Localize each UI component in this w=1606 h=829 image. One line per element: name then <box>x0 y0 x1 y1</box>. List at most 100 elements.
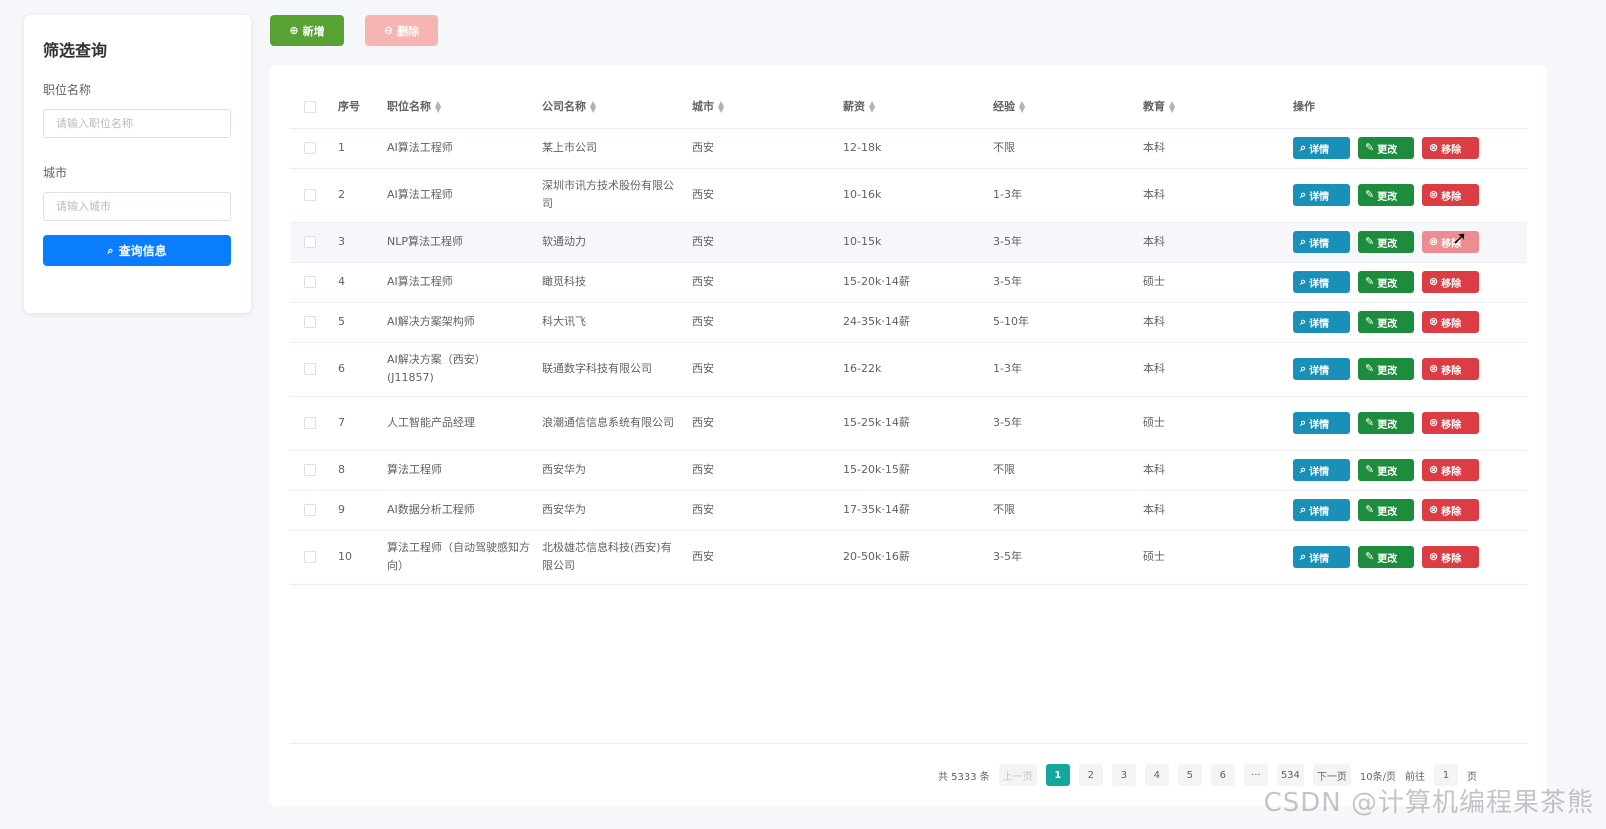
remove-button[interactable]: ⊗ 移除 <box>1422 412 1479 434</box>
remove-button[interactable]: ⊗ 移除 <box>1422 311 1479 333</box>
header-experience-sortable[interactable]: 经验 ▲ ▼ <box>993 85 1143 129</box>
sort-icon[interactable]: ▲ ▼ <box>718 100 724 114</box>
sort-icon[interactable]: ▲ ▼ <box>590 100 596 114</box>
row-checkbox[interactable] <box>304 316 316 328</box>
row-checkbox[interactable] <box>304 551 316 563</box>
row-checkbox[interactable] <box>304 464 316 476</box>
cell-education: 本科 <box>1143 503 1165 516</box>
remove-button[interactable]: ⊗ 移除 <box>1422 184 1479 206</box>
row-actions: ⌕ 详情 ✎ 更改 ⊗ 移除 <box>1293 358 1517 380</box>
detail-button[interactable]: ⌕ 详情 <box>1293 412 1350 434</box>
edit-button[interactable]: ✎ 更改 <box>1358 184 1414 206</box>
table-row[interactable]: 4 AI算法工程师 瞰觅科技 西安 15-20k·14薪 3-5年 硕士 ⌕ 详情 ✎ 更改 ⊗ 移除 <box>290 262 1527 303</box>
table-row[interactable]: 5 AI解决方案架构师 科大讯飞 西安 24-35k·14薪 5-10年 本科 ⌕ 详情 ✎ 更改 ⊗… <box>290 302 1527 343</box>
cell-salary: 15-20k·14薪 <box>843 275 910 288</box>
query-button[interactable]: ⌕ 查询信息 <box>43 235 231 266</box>
cell-education: 硕士 <box>1143 416 1165 429</box>
edit-button[interactable]: ✎ 更改 <box>1358 358 1414 380</box>
table-row[interactable]: 6 AI解决方案（西安）(J11857) 联通数字科技有限公司 西安 16-22k 1-3… <box>290 342 1527 397</box>
row-checkbox[interactable] <box>304 189 316 201</box>
prev-page-button[interactable]: 上一页 <box>998 764 1037 786</box>
edit-button[interactable]: ✎ 更改 <box>1358 311 1414 333</box>
detail-button[interactable]: ⌕ 详情 <box>1293 499 1350 521</box>
row-checkbox[interactable] <box>304 142 316 154</box>
header-job-sortable[interactable]: 职位名称 ▲ ▼ <box>387 85 542 129</box>
edit-button[interactable]: ✎ 更改 <box>1358 271 1414 293</box>
delete-button[interactable]: ⊖ 删除 <box>365 15 438 46</box>
remove-button[interactable]: ⊗ 移除 <box>1422 546 1479 568</box>
table-row[interactable]: 2 AI算法工程师 深圳市讯方技术股份有限公司 西安 10-16k 1-3年 本科 ⌕ 详情 ✎ 更… <box>290 168 1527 223</box>
cell-education: 本科 <box>1143 141 1165 154</box>
page-button[interactable]: 5 <box>1177 764 1202 786</box>
header-company-sortable[interactable]: 公司名称 ▲ ▼ <box>542 85 692 129</box>
cell-salary: 10-16k <box>843 188 882 201</box>
table-row[interactable]: 3 NLP算法工程师 软通动力 西安 10-15k 3-5年 本科 ⌕ 详情 ✎ 更改 ⊗ 移除 <box>290 222 1527 263</box>
remove-button[interactable]: ⊗ 移除 <box>1422 499 1479 521</box>
job-name-input[interactable] <box>43 109 231 138</box>
row-checkbox[interactable] <box>304 236 316 248</box>
edit-button[interactable]: ✎ 更改 <box>1358 231 1414 253</box>
header-city-sortable[interactable]: 城市 ▲ ▼ <box>692 85 843 129</box>
sort-icon[interactable]: ▲ ▼ <box>1169 100 1175 114</box>
remove-button[interactable]: ⊗ 移除 <box>1422 231 1479 253</box>
cell-company: 联通数字科技有限公司 <box>542 362 652 375</box>
close-circle-icon: ⊗ <box>1429 315 1439 328</box>
header-education-sortable[interactable]: 教育 ▲ ▼ <box>1143 85 1293 129</box>
table-row[interactable]: 10 算法工程师（自动驾驶感知方向） 北极雄芯信息科技(西安)有限公司 西安 20-50… <box>290 530 1527 585</box>
edit-button[interactable]: ✎ 更改 <box>1358 459 1414 481</box>
detail-button[interactable]: ⌕ 详情 <box>1293 137 1350 159</box>
edit-button[interactable]: ✎ 更改 <box>1358 546 1414 568</box>
edit-button[interactable]: ✎ 更改 <box>1358 412 1414 434</box>
cell-city: 西安 <box>692 235 714 248</box>
detail-button[interactable]: ⌕ 详情 <box>1293 546 1350 568</box>
header-salary-sortable[interactable]: 薪资 ▲ ▼ <box>843 85 993 129</box>
table-row[interactable]: 8 算法工程师 西安华为 西安 15-20k·15薪 不限 本科 ⌕ 详情 ✎ 更改 ⊗ 移除 <box>290 450 1527 491</box>
edit-button-label: 更改 <box>1377 466 1398 478</box>
page-button[interactable]: 1 <box>1045 764 1070 786</box>
detail-button[interactable]: ⌕ 详情 <box>1293 459 1350 481</box>
table-row[interactable]: 9 AI数据分析工程师 西安华为 西安 17-35k·14薪 不限 本科 ⌕ 详情 ✎ 更改 ⊗ 移除 <box>290 490 1527 531</box>
sort-icon[interactable]: ▲ ▼ <box>435 100 441 114</box>
cell-education: 硕士 <box>1143 275 1165 288</box>
sort-icon[interactable]: ▲ ▼ <box>869 100 875 114</box>
city-input[interactable] <box>43 192 231 221</box>
remove-button[interactable]: ⊗ 移除 <box>1422 271 1479 293</box>
page-size-select[interactable]: 10条/页 <box>1360 768 1396 783</box>
header-education: 教育 <box>1143 100 1165 114</box>
remove-button-label: 移除 <box>1441 191 1462 203</box>
job-table: 序号 职位名称 ▲ ▼ 公司名称 ▲ ▼ 城市 ▲ ▼ 薪资 ▲ ▼ 经验 ▲ ▼ 教育 ▲ ▼ 操作 … <box>290 85 1527 585</box>
cell-education: 本科 <box>1143 362 1165 375</box>
sort-icon[interactable]: ▲ ▼ <box>1019 100 1025 114</box>
add-button[interactable]: ⊕ 新增 <box>270 15 344 46</box>
close-circle-icon: ⊗ <box>1429 362 1439 375</box>
cell-education: 硕士 <box>1143 550 1165 563</box>
remove-button[interactable]: ⊗ 移除 <box>1422 358 1479 380</box>
row-checkbox[interactable] <box>304 276 316 288</box>
row-checkbox[interactable] <box>304 363 316 375</box>
remove-button[interactable]: ⊗ 移除 <box>1422 459 1479 481</box>
detail-button-label: 详情 <box>1309 191 1330 203</box>
cell-salary: 17-35k·14薪 <box>843 503 910 516</box>
detail-button[interactable]: ⌕ 详情 <box>1293 311 1350 333</box>
cell-city: 西安 <box>692 275 714 288</box>
row-checkbox[interactable] <box>304 504 316 516</box>
row-checkbox[interactable] <box>304 417 316 429</box>
detail-button[interactable]: ⌕ 详情 <box>1293 184 1350 206</box>
detail-button[interactable]: ⌕ 详情 <box>1293 271 1350 293</box>
edit-button[interactable]: ✎ 更改 <box>1358 499 1414 521</box>
cell-experience: 3-5年 <box>993 235 1022 248</box>
page-button[interactable]: 2 <box>1078 764 1103 786</box>
select-all-checkbox[interactable] <box>304 100 316 113</box>
cell-experience: 5-10年 <box>993 315 1029 328</box>
detail-button-label: 详情 <box>1309 466 1330 478</box>
table-row[interactable]: 7 人工智能产品经理 浪潮通信信息系统有限公司 西安 15-25k·14薪 3-5年 硕士 ⌕… <box>290 396 1527 451</box>
edit-button[interactable]: ✎ 更改 <box>1358 137 1414 159</box>
page-button[interactable]: 4 <box>1144 764 1169 786</box>
remove-button-label: 移除 <box>1441 278 1462 290</box>
detail-button[interactable]: ⌕ 详情 <box>1293 231 1350 253</box>
detail-button[interactable]: ⌕ 详情 <box>1293 358 1350 380</box>
table-row[interactable]: 1 AI算法工程师 某上市公司 西安 12-18k 不限 本科 ⌕ 详情 ✎ 更改 ⊗ 移除 <box>290 128 1527 169</box>
page-button[interactable]: 3 <box>1111 764 1136 786</box>
remove-button[interactable]: ⊗ 移除 <box>1422 137 1479 159</box>
page-button[interactable]: 6 <box>1210 764 1235 786</box>
